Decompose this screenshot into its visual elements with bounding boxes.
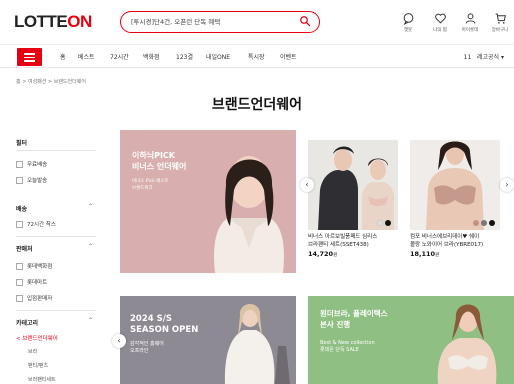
chatbot-label: 챗봇: [403, 28, 413, 33]
filter-title: 필터: [16, 140, 28, 147]
chevron-up-icon[interactable]: ⌃: [88, 243, 93, 250]
season-sub: 감각적인 홈웨어 오프라인: [130, 341, 164, 354]
checkbox[interactable]: [16, 262, 23, 270]
season-title: 2024 S/S SEASON OPEN: [130, 314, 199, 335]
header: LOTTEON [투시경]단4건, 오픈런 단독 혜택 챗봇 나의 찜 마이롯데…: [0, 0, 514, 44]
nav-item-market[interactable]: 특시장: [248, 52, 265, 61]
category-sub[interactable]: 팬티/팬츠: [28, 362, 48, 369]
product-price: 18,110원: [410, 250, 440, 258]
nav-item-72h[interactable]: 72시간: [110, 52, 129, 61]
season-open-banner[interactable]: 2024 S/S SEASON OPEN 감각적인 홈웨어 오프라인: [120, 296, 296, 384]
product-name[interactable]: 비너스 아르보빌풍패드 심리스 브라팬티 세트(SSET438): [308, 234, 398, 249]
nav-item-tomorrow[interactable]: 내일ONE: [206, 52, 230, 61]
nav-item-department[interactable]: 백화점: [143, 52, 160, 61]
nav-item-best[interactable]: 베스트: [78, 52, 95, 61]
wonderbra-sub: Best & New collection 롯데온 단독 SALE: [320, 340, 375, 353]
chatbot-button[interactable]: 챗봇: [396, 12, 420, 33]
lotte-on-logo[interactable]: LOTTEON: [14, 12, 92, 32]
nav-item-event[interactable]: 이벤트: [280, 52, 297, 61]
filter-lotte-dept[interactable]: 롯데백화점: [16, 262, 52, 270]
filter-free-shipping[interactable]: 무료배송: [16, 160, 47, 168]
wishlist-button[interactable]: 나의 찜: [428, 12, 452, 33]
product-card[interactable]: 컴포 비너스에브리데이♥ 쉐이 볼랑 노와이어 브라(YBRE017) 18,1…: [410, 140, 500, 258]
nav-item-123[interactable]: 123결: [176, 52, 193, 61]
checkbox[interactable]: [16, 294, 23, 302]
product-image[interactable]: [308, 140, 398, 230]
breadcrumb[interactable]: 홈 > 여성패션 > 브랜드언더웨어: [16, 78, 86, 85]
nav-ranking[interactable]: 11 레고공식 ▾: [464, 52, 504, 61]
homewear-model-image: [224, 304, 290, 384]
my-lotte-button[interactable]: 마이롯데: [458, 12, 482, 33]
main-promo-banner[interactable]: 이하늬PICK 비너스 언더웨어 비너스 Pick 베스트 브랜드위크: [120, 130, 296, 273]
category-sub[interactable]: 브라: [28, 348, 37, 355]
delivery-title: 배송: [16, 206, 28, 213]
seller-title: 판매처: [16, 246, 33, 253]
menu-button[interactable]: [17, 48, 42, 66]
person-icon: [465, 13, 475, 24]
banner-sub: 비너스 Pick 베스트 브랜드위크: [132, 179, 169, 191]
category-active[interactable]: < 브랜드언더웨어: [16, 334, 58, 342]
filter-72h[interactable]: 72시간 착스: [16, 220, 56, 228]
heart-icon: [434, 13, 446, 24]
filter-lotte-mart[interactable]: 롯데마트: [16, 278, 47, 286]
filter-seller[interactable]: 입점판매자: [16, 294, 52, 302]
carousel-next-button[interactable]: ›: [500, 178, 514, 192]
product-price: 14,720원: [308, 250, 338, 258]
chat-icon: [403, 13, 413, 25]
page-title: 브랜드언더웨어: [211, 97, 303, 113]
wonderbra-banner[interactable]: 원더브라, 플레이텍스 본사 진행 Best & New collection …: [308, 296, 514, 384]
bottom-carousel-prev-button[interactable]: ‹: [112, 334, 126, 348]
main-nav: 홈 베스트 72시간 백화점 123결 내일ONE 특시장 이벤트 11 레고공…: [0, 44, 514, 68]
cart-icon: [495, 13, 506, 24]
product-card[interactable]: 비너스 아르보빌풍패드 심리스 브라팬티 세트(SSET438) 14,720원: [308, 140, 398, 258]
nav-item-home[interactable]: 홈: [60, 52, 66, 61]
category-sub[interactable]: 브라팬티세트: [28, 376, 56, 383]
search-placeholder: [투시경]단4건, 오픈런 단독 혜택: [131, 18, 221, 26]
ranking-keyword: 레고공식 ▾: [477, 54, 504, 61]
product-image[interactable]: [410, 140, 500, 230]
category-title: 카테고리: [16, 320, 39, 327]
carousel-prev-button[interactable]: ‹: [300, 178, 314, 192]
logo-accent: ON: [67, 12, 92, 31]
product-name[interactable]: 컴포 비너스에브리데이♥ 쉐이 볼랑 노와이어 브라(YBRE017): [410, 234, 500, 249]
cart-button[interactable]: 장바구니: [488, 12, 512, 33]
chevron-up-icon[interactable]: ⌃: [88, 203, 93, 210]
banner-pick: 이하늬PICK 비너스 언더웨어: [132, 151, 187, 171]
my-lotte-label: 마이롯데: [461, 28, 479, 33]
cart-label: 장바구니: [491, 28, 509, 33]
chevron-up-icon[interactable]: ⌃: [88, 317, 93, 324]
filter-today-ship[interactable]: 오늘발송: [16, 176, 47, 184]
checkbox[interactable]: [16, 160, 23, 168]
checkbox[interactable]: [16, 176, 23, 184]
wonderbra-title: 원더브라, 플레이텍스 본사 진행: [320, 309, 388, 329]
search-input[interactable]: [투시경]단4건, 오픈런 단독 혜택: [120, 11, 320, 33]
checkbox[interactable]: [16, 278, 23, 286]
logo-text: LOTTE: [14, 12, 68, 31]
search-icon[interactable]: [299, 15, 311, 27]
ranking-number: 11: [463, 54, 472, 61]
checkbox[interactable]: [16, 220, 23, 228]
wishlist-label: 나의 찜: [433, 28, 447, 33]
